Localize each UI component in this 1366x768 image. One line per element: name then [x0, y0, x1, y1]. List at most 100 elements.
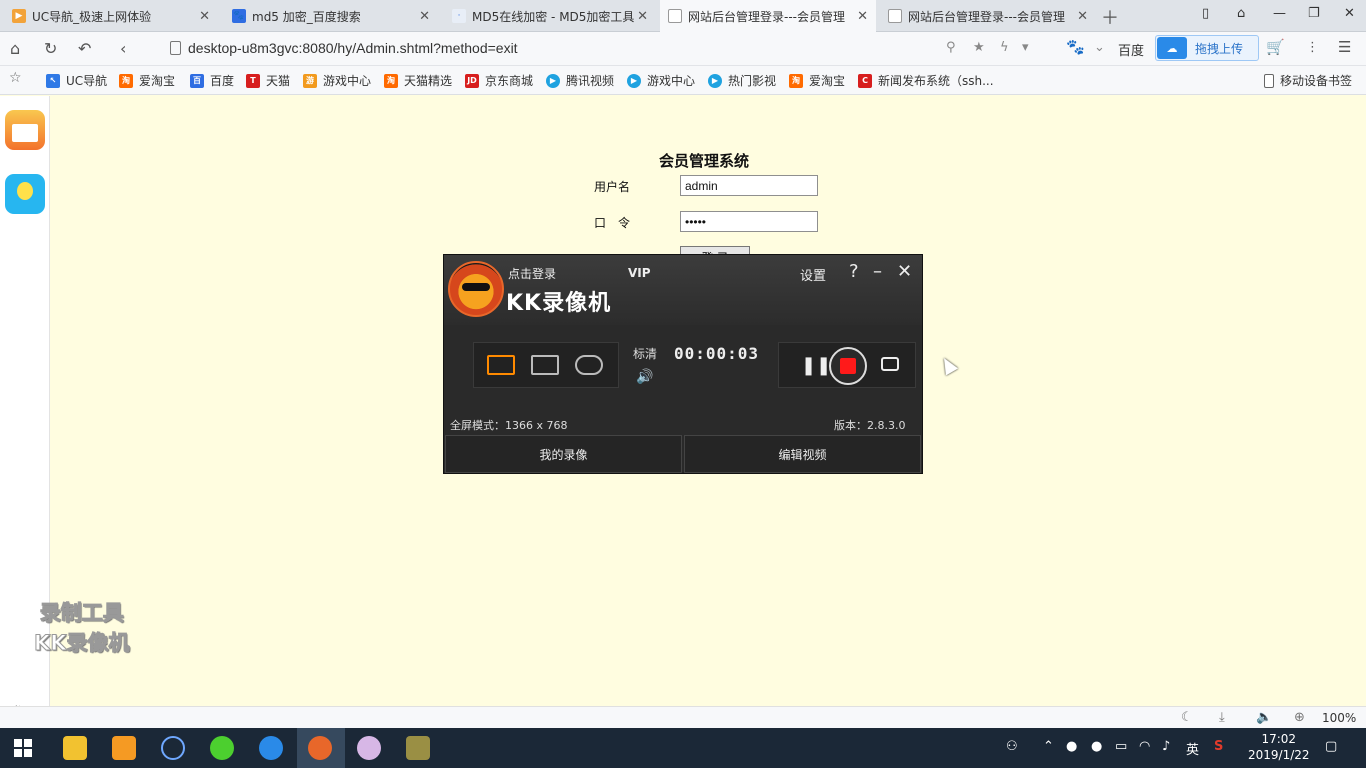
eclipse-icon[interactable]	[161, 736, 185, 760]
qq-icon[interactable]: ●	[1066, 739, 1077, 754]
back-icon[interactable]: ‹	[120, 39, 126, 58]
bookmark-item[interactable]: 淘爱淘宝	[119, 72, 175, 89]
bookmark-item[interactable]: 游游戏中心	[303, 72, 371, 89]
kk-settings-button[interactable]: 设置	[800, 265, 826, 284]
ime-indicator[interactable]: 英	[1186, 739, 1199, 758]
kk-raccoon-logo-icon	[448, 261, 504, 317]
kk-my-videos-button[interactable]: 我的录像	[445, 435, 682, 473]
close-window-icon[interactable]: ✕	[1344, 6, 1355, 21]
kk-volume-icon[interactable]: 🔊	[636, 369, 653, 385]
kk-mode-info: 全屏模式：1366 x 768	[450, 419, 568, 432]
bookmark-star-icon[interactable]: ★	[973, 40, 985, 55]
file-explorer-icon[interactable]	[63, 736, 87, 760]
tools-icon[interactable]	[406, 736, 430, 760]
cart-icon[interactable]: 🛒	[1266, 38, 1285, 56]
maximize-icon[interactable]: ❐	[1308, 6, 1320, 21]
username-label: 用户名	[594, 180, 631, 194]
uc-icon: ↖	[46, 73, 60, 88]
360-icon[interactable]	[210, 736, 234, 760]
people-icon[interactable]: ⚇	[1006, 739, 1018, 754]
lightning-icon[interactable]: ϟ	[1000, 40, 1009, 55]
tab-uc-nav[interactable]: ▶ UC导航_极速上网体验 ✕	[4, 0, 218, 32]
refresh-icon[interactable]: ↻	[44, 39, 57, 58]
sogou-icon[interactable]: S	[1214, 739, 1223, 754]
new-tab-icon[interactable]: ＋	[1101, 4, 1119, 30]
more-icon[interactable]: ⋮	[1306, 40, 1319, 55]
taskbar-clock[interactable]: 17:02 2019/1/22	[1248, 731, 1310, 763]
menu-icon[interactable]: ☰	[1338, 38, 1351, 56]
night-mode-icon[interactable]: ☾	[1181, 710, 1193, 725]
kk-stop-button[interactable]	[829, 347, 867, 385]
baidu-search-icon[interactable]: 🐾	[1066, 38, 1085, 56]
page-info-icon[interactable]	[170, 41, 181, 55]
kk-quality-select[interactable]: 标清	[633, 345, 657, 362]
volume-icon[interactable]: ♪	[1162, 739, 1170, 754]
bookmark-item[interactable]: ▶ 腾讯视频	[546, 72, 614, 89]
app-store-icon[interactable]	[5, 110, 45, 150]
lightbulb-icon[interactable]	[5, 174, 45, 214]
bookmark-item[interactable]: ▶ 游戏中心	[627, 72, 695, 89]
mobile-bookmarks[interactable]: 移动设备书签	[1264, 72, 1352, 89]
sidebar-toggle-icon[interactable]: ▯	[1202, 6, 1209, 21]
bookmark-item[interactable]: ↖ UC导航	[46, 72, 107, 89]
kk-screenshot-icon[interactable]	[881, 357, 899, 371]
kk-vip-badge[interactable]: VIP	[628, 266, 651, 280]
kk-login-link[interactable]: 点击登录	[508, 265, 556, 282]
game-mode-icon[interactable]	[575, 355, 603, 375]
bookmark-item[interactable]: C 新闻发布系统（ssh...	[858, 72, 994, 89]
home-icon[interactable]: ⌂	[10, 39, 20, 58]
qq-icon[interactable]: ●	[1091, 739, 1102, 754]
pin-icon[interactable]: ⚲	[946, 40, 956, 55]
bookmark-item[interactable]: JD 京东商城	[465, 72, 533, 89]
bookmark-item[interactable]: 百百度	[190, 72, 234, 89]
tab-title: 网站后台管理登录---会员管理	[688, 9, 845, 24]
search-engine-dropdown-icon[interactable]: ⌄	[1094, 40, 1105, 55]
zoom-icon[interactable]: ⊕	[1294, 710, 1305, 725]
app-icon[interactable]	[357, 736, 381, 760]
undo-icon[interactable]: ↶	[78, 39, 91, 58]
battery-icon[interactable]: ▭	[1115, 739, 1127, 754]
bookmark-item[interactable]: 淘天猫精选	[384, 72, 452, 89]
bookmark-item[interactable]: T 天猫	[246, 72, 290, 89]
close-tab-icon[interactable]: ✕	[419, 9, 430, 24]
uc-browser-icon[interactable]	[112, 736, 136, 760]
download-icon[interactable]: ⤓	[1219, 710, 1225, 725]
username-input[interactable]	[680, 175, 818, 196]
kk-help-icon[interactable]: ?	[849, 261, 859, 282]
region-mode-icon[interactable]	[531, 355, 559, 375]
tab-admin-login-active[interactable]: 网站后台管理登录---会员管理 ✕	[660, 0, 876, 32]
close-tab-icon[interactable]: ✕	[857, 9, 868, 24]
url-field[interactable]: desktop-u8m3gvc:8080/hy/Admin.shtml?meth…	[188, 40, 518, 56]
baidu-netdisk-icon[interactable]	[259, 736, 283, 760]
close-tab-icon[interactable]: ✕	[637, 9, 648, 24]
close-tab-icon[interactable]: ✕	[199, 9, 210, 24]
cloud-icon: ☁	[1157, 37, 1187, 59]
bookmark-star-icon[interactable]: ☆	[9, 70, 22, 86]
kk-edit-video-button[interactable]: 编辑视频	[684, 435, 921, 473]
close-tab-icon[interactable]: ✕	[1077, 9, 1088, 24]
wifi-icon[interactable]: ◠	[1139, 739, 1150, 754]
tab-baidu-search[interactable]: 🐾 md5 加密_百度搜索 ✕	[224, 0, 438, 32]
kk-brand-title: KK录像机	[506, 291, 612, 316]
search-engine-label[interactable]: 百度	[1118, 40, 1144, 59]
upload-button[interactable]: ☁ 拖拽上传	[1155, 35, 1259, 61]
zoom-level[interactable]: 100%	[1322, 711, 1356, 725]
tab-admin-login[interactable]: 网站后台管理登录---会员管理 ✕	[880, 0, 1096, 32]
mute-icon[interactable]: 🔈	[1256, 710, 1272, 725]
skin-icon[interactable]: ⌂	[1237, 6, 1245, 21]
kk-close-icon[interactable]: ✕	[897, 261, 912, 282]
start-button-icon[interactable]	[14, 739, 33, 758]
kk-pause-icon[interactable]: ❚❚	[801, 355, 831, 376]
notification-icon[interactable]: ▢	[1325, 739, 1337, 754]
tab-md5-tool[interactable]: · MD5在线加密 - MD5加密工具 ✕	[444, 0, 656, 32]
tray-expand-icon[interactable]: ⌃	[1043, 739, 1054, 754]
fullscreen-mode-icon[interactable]	[487, 355, 515, 375]
kk-minimize-icon[interactable]: –	[873, 261, 882, 282]
dropdown-icon[interactable]: ▾	[1022, 40, 1029, 55]
minimize-icon[interactable]: —	[1273, 6, 1286, 21]
bookmark-item[interactable]: ▶ 热门影视	[708, 72, 776, 89]
bookmark-item[interactable]: 淘爱淘宝	[789, 72, 845, 89]
password-input[interactable]	[680, 211, 818, 232]
tab-title: MD5在线加密 - MD5加密工具	[472, 9, 635, 24]
kk-recorder-taskbar-icon[interactable]	[308, 736, 332, 760]
